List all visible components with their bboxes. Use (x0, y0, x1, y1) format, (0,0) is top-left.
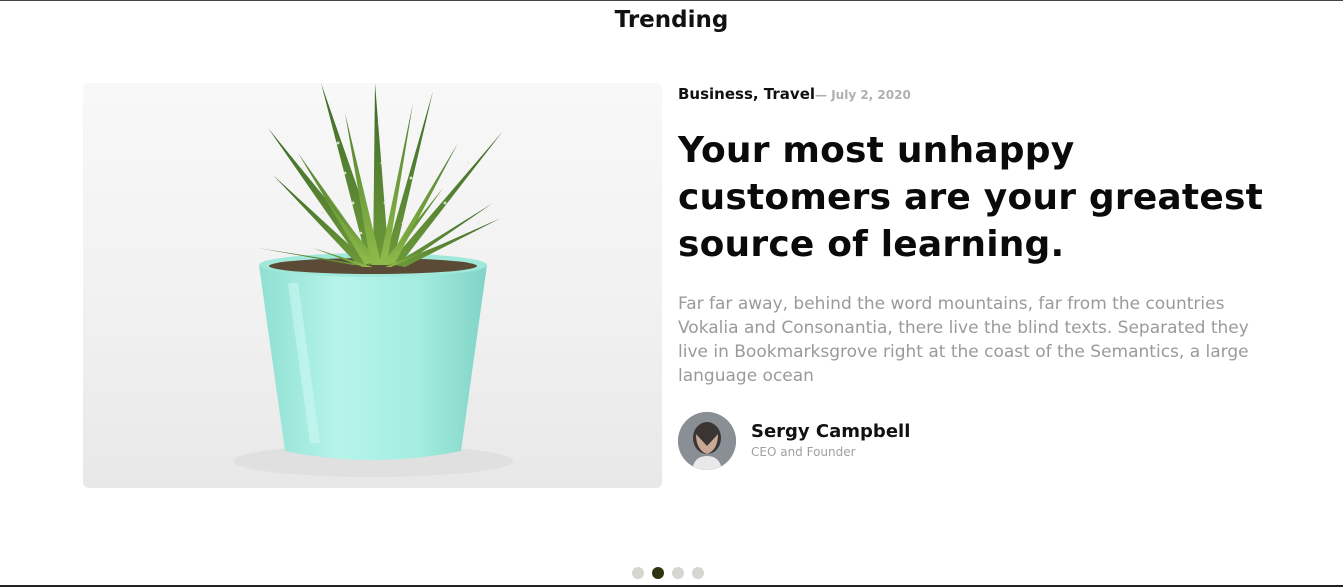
author-role: CEO and Founder (751, 445, 856, 459)
post-meta: Business, Travel— July 2, 2020 (678, 84, 911, 103)
section-title: Trending (614, 7, 729, 33)
post-image[interactable] (83, 83, 662, 488)
carousel-dots (632, 567, 704, 579)
avatar-portrait (678, 412, 736, 470)
carousel-dot-4[interactable] (692, 567, 704, 579)
post-date: — July 2, 2020 (815, 88, 911, 102)
author-avatar (678, 412, 736, 470)
post-headline[interactable]: Your most unhappy customers are your gre… (678, 127, 1298, 268)
carousel-dot-1[interactable] (632, 567, 644, 579)
carousel-dot-2[interactable] (652, 567, 664, 579)
succulent-pot-illustration (83, 83, 662, 488)
post-excerpt: Far far away, behind the word mountains,… (678, 294, 1249, 386)
post-categories[interactable]: Business, Travel (678, 85, 815, 103)
author-name: Sergy Campbell (751, 421, 911, 442)
carousel-dot-3[interactable] (672, 567, 684, 579)
